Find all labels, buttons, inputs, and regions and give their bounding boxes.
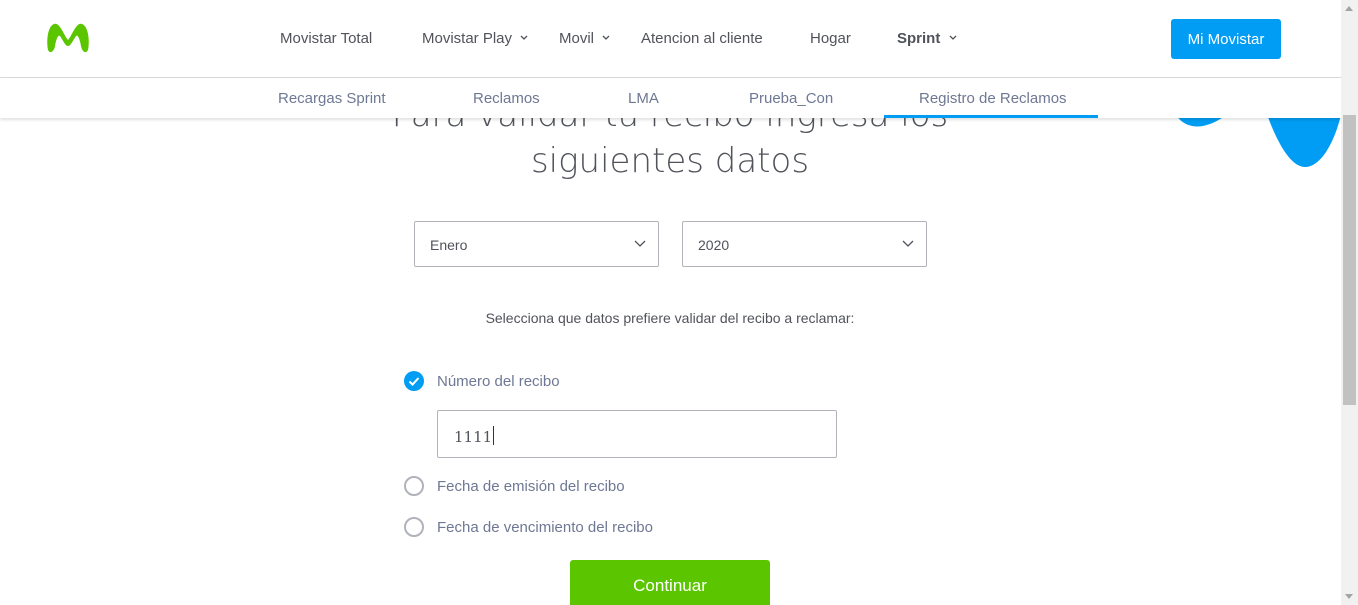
page-heading-line2: siguientes datos [530, 141, 810, 181]
subnav-item-lma[interactable]: LMA [628, 90, 659, 107]
chevron-down-icon [902, 240, 914, 247]
nav-sprint[interactable]: Sprint [897, 30, 957, 47]
radio-button[interactable] [404, 517, 424, 537]
nav-movistar-total[interactable]: Movistar Total [280, 30, 372, 47]
scroll-down-arrow-icon[interactable] [1345, 594, 1353, 599]
subnav-item-label: Registro de Reclamos [919, 90, 1067, 107]
chevron-down-icon [634, 240, 646, 247]
nav-atencion-al-cliente[interactable]: Atencion al cliente [641, 30, 763, 47]
nav-movistar-play-label: Movistar Play [422, 30, 513, 47]
subnav-item-registro-de-reclamos[interactable]: Registro de Reclamos [919, 90, 1067, 107]
nav-movistar-play[interactable]: Movistar Play [422, 30, 528, 47]
mi-movistar-button[interactable]: Mi Movistar [1171, 19, 1281, 59]
recibo-number-input[interactable]: 1111 [437, 410, 837, 458]
subnav-item-label: LMA [628, 90, 659, 107]
page-viewport: Para validar tu recibo ingresa los sigui… [0, 0, 1341, 605]
nav-atencion-label: Atencion al cliente [641, 30, 763, 47]
chevron-down-icon [602, 35, 610, 40]
option-numero-recibo-label: Número del recibo [437, 373, 560, 390]
chevron-down-icon [949, 35, 956, 40]
text-caret [493, 426, 495, 445]
recibo-number-value: 1111 [454, 428, 493, 446]
radio-button[interactable] [404, 476, 424, 496]
subnav-item-reclamos[interactable]: Reclamos [473, 90, 540, 107]
nav-movistar-total-label: Movistar Total [280, 30, 373, 47]
subnav-active-indicator [884, 115, 1098, 118]
subnav-item-label: Reclamos [473, 90, 540, 107]
sub-navigation: Recargas Sprint Reclamos LMA Prueba_Con … [0, 78, 1341, 118]
nav-hogar-label: Hogar [810, 30, 851, 47]
nav-hogar[interactable]: Hogar [810, 30, 851, 47]
vertical-scrollbar[interactable] [1341, 0, 1358, 605]
scrollbar-thumb[interactable] [1343, 115, 1356, 405]
subnav-item-prueba-con[interactable]: Prueba_Con [749, 90, 833, 107]
top-header: Movistar Total Movistar Play Movil Atenc… [0, 0, 1341, 78]
subnav-item-label: Prueba_Con [749, 90, 834, 107]
subnav-item-recargas-sprint[interactable]: Recargas Sprint [278, 90, 386, 107]
option-fecha-vencimiento-label: Fecha de vencimiento del recibo [437, 519, 653, 536]
option-fecha-emision-label: Fecha de emisión del recibo [437, 478, 625, 495]
nav-movil[interactable]: Movil [559, 30, 610, 47]
year-select-value: 2020 [698, 237, 730, 253]
month-select[interactable]: Enero [414, 221, 659, 267]
continuar-label: Continuar [633, 576, 707, 595]
movistar-logo-icon[interactable] [44, 20, 92, 54]
scroll-up-arrow-icon[interactable] [1345, 6, 1353, 11]
year-select[interactable]: 2020 [682, 221, 927, 267]
checkmark-circle-icon[interactable] [404, 371, 424, 391]
validation-instructions: Selecciona que datos prefiere validar de… [485, 310, 855, 326]
chevron-down-icon [520, 35, 528, 40]
month-select-value: Enero [430, 237, 468, 253]
nav-movil-label: Movil [559, 30, 595, 47]
mi-movistar-label: Mi Movistar [1187, 30, 1265, 48]
nav-sprint-label: Sprint [897, 30, 941, 47]
subnav-item-label: Recargas Sprint [278, 90, 386, 107]
continuar-button[interactable]: Continuar [570, 560, 770, 605]
